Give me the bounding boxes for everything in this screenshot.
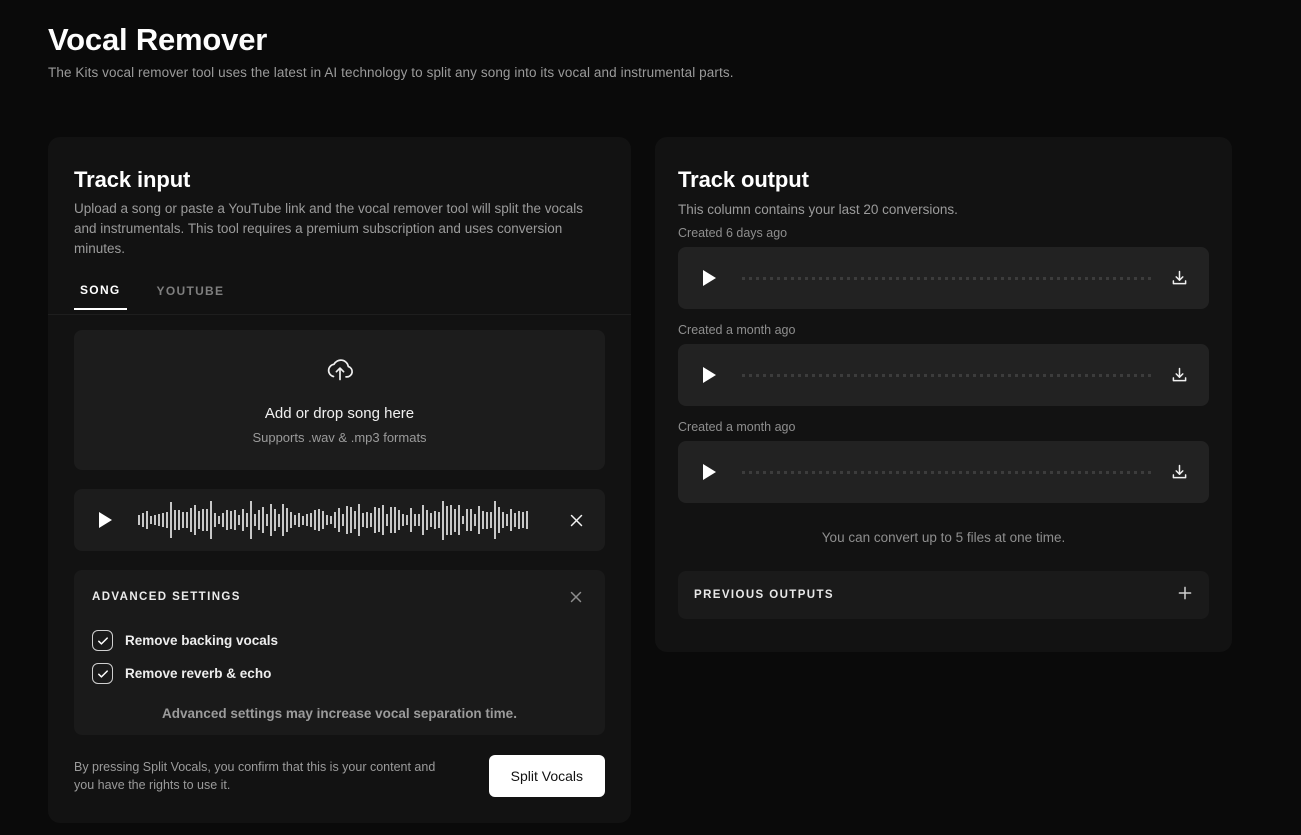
advanced-settings-title: ADVANCED SETTINGS	[92, 591, 241, 603]
tab-song[interactable]: SONG	[74, 279, 127, 310]
output-created-label: Created 6 days ago	[678, 226, 788, 240]
dropzone-title: Add or drop song here	[264, 404, 415, 422]
output-created-label: Created a month ago	[678, 323, 796, 337]
close-icon[interactable]	[565, 509, 587, 531]
download-icon[interactable]	[1167, 460, 1191, 484]
plus-icon[interactable]	[1177, 585, 1193, 606]
output-item: Created a month ago	[678, 323, 1209, 406]
option-label: Remove backing vocals	[125, 633, 279, 648]
option-remove-reverb-echo[interactable]: Remove reverb & echo	[92, 663, 587, 684]
close-icon[interactable]	[565, 586, 587, 608]
dropzone-subtitle: Supports .wav & .mp3 formats	[252, 429, 427, 445]
vocal-remover-page: Vocal Remover The Kits vocal remover too…	[0, 0, 1301, 835]
page-subtitle: The Kits vocal remover tool uses the lat…	[48, 65, 734, 80]
song-dropzone[interactable]: Add or drop song here Supports .wav & .m…	[74, 330, 605, 470]
track-output-description: This column contains your last 20 conver…	[678, 202, 958, 217]
conversion-limit-note: You can convert up to 5 files at one tim…	[821, 530, 1066, 545]
track-waveform[interactable]	[138, 500, 551, 540]
play-icon[interactable]	[92, 507, 118, 533]
checkbox-checked-icon[interactable]	[92, 630, 113, 651]
output-waveform-placeholder[interactable]	[742, 276, 1151, 280]
advanced-settings-header: ADVANCED SETTINGS	[92, 586, 587, 608]
track-input-footer: By pressing Split Vocals, you confirm th…	[74, 755, 605, 797]
advanced-settings-options: Remove backing vocals Remove reverb & ec…	[92, 630, 587, 684]
track-input-tabs: SONG YOUTUBE	[74, 279, 230, 310]
download-icon[interactable]	[1167, 363, 1191, 387]
output-player	[678, 441, 1209, 503]
previous-outputs-accordion[interactable]: PREVIOUS OUTPUTS	[678, 571, 1209, 619]
play-icon[interactable]	[696, 459, 722, 485]
play-icon[interactable]	[696, 265, 722, 291]
output-waveform-placeholder[interactable]	[742, 470, 1151, 474]
cloud-upload-icon	[323, 356, 357, 391]
track-output-list: Created 6 days ago Created a month ago C…	[678, 226, 1209, 619]
advanced-settings-note: Advanced settings may increase vocal sep…	[162, 706, 517, 721]
checkbox-checked-icon[interactable]	[92, 663, 113, 684]
output-waveform-placeholder[interactable]	[742, 373, 1151, 377]
split-vocals-button[interactable]: Split Vocals	[488, 755, 605, 797]
loaded-track-player	[74, 489, 605, 551]
option-remove-backing-vocals[interactable]: Remove backing vocals	[92, 630, 587, 651]
download-icon[interactable]	[1167, 266, 1191, 290]
tab-youtube[interactable]: YOUTUBE	[151, 279, 231, 310]
previous-outputs-label: PREVIOUS OUTPUTS	[694, 589, 834, 601]
output-created-label: Created a month ago	[678, 420, 796, 434]
track-output-title: Track output	[678, 167, 809, 192]
output-player	[678, 344, 1209, 406]
output-player	[678, 247, 1209, 309]
option-label: Remove reverb & echo	[125, 666, 272, 681]
track-input-description: Upload a song or paste a YouTube link an…	[74, 201, 584, 256]
tabs-divider	[48, 314, 631, 315]
output-item: Created 6 days ago	[678, 226, 1209, 309]
page-title: Vocal Remover	[48, 22, 268, 57]
play-icon[interactable]	[696, 362, 722, 388]
advanced-settings-panel: ADVANCED SETTINGS Remove backing vocals	[74, 570, 605, 735]
track-input-title: Track input	[74, 167, 191, 192]
submit-disclaimer: By pressing Split Vocals, you confirm th…	[74, 760, 436, 792]
output-item: Created a month ago	[678, 420, 1209, 503]
